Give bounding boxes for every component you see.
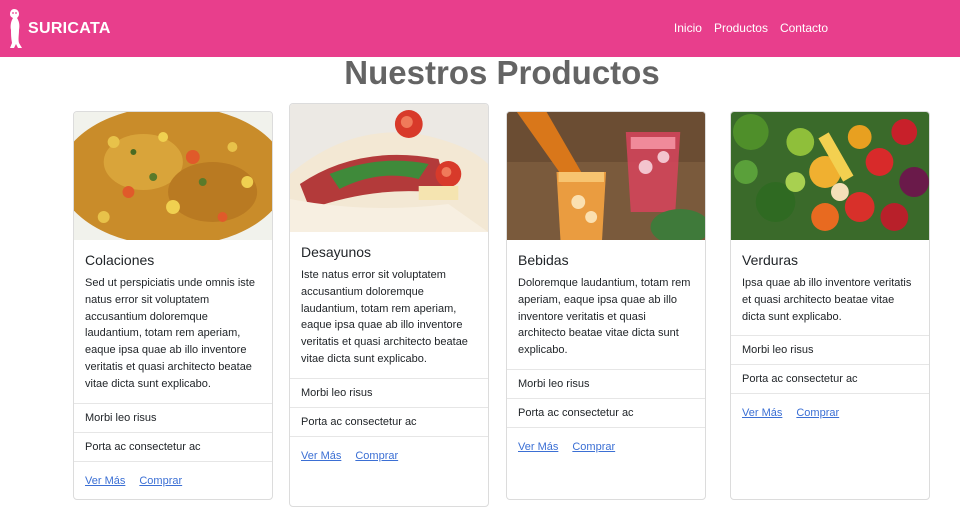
- card-title: Bebidas: [518, 252, 569, 268]
- comprar-link[interactable]: Comprar: [572, 441, 615, 453]
- nav-link-productos[interactable]: Productos: [708, 20, 774, 36]
- card-title: Desayunos: [301, 244, 372, 260]
- product-card-verduras: Verduras Ipsa quae ab illo inventore ver…: [730, 111, 930, 500]
- card-body: Verduras Ipsa quae ab illo inventore ver…: [731, 240, 929, 335]
- list-item: Morbi leo risus: [74, 402, 272, 432]
- comprar-link[interactable]: Comprar: [796, 407, 839, 419]
- list-item: Morbi leo risus: [731, 335, 929, 364]
- card-text: Sed ut perspiciatis unde omnis iste natu…: [85, 277, 255, 390]
- verduras-image: [731, 112, 929, 240]
- comprar-link[interactable]: Comprar: [355, 450, 398, 462]
- colaciones-image: [74, 112, 272, 240]
- card-title: Colaciones: [85, 252, 155, 268]
- card-body: Colaciones Sed ut perspiciatis unde omni…: [74, 240, 272, 403]
- desayunos-image: [290, 104, 488, 232]
- ver-mas-link[interactable]: Ver Más: [85, 475, 125, 487]
- ver-mas-link[interactable]: Ver Más: [518, 441, 558, 453]
- nav-link-inicio[interactable]: Inicio: [668, 20, 708, 36]
- brand[interactable]: SURICATA: [6, 8, 111, 50]
- list-item: Porta ac consectetur ac: [731, 364, 929, 393]
- ver-mas-link[interactable]: Ver Más: [742, 407, 782, 419]
- list-item: Porta ac consectetur ac: [507, 397, 705, 427]
- card-links: Ver Más Comprar: [290, 435, 488, 475]
- ver-mas-link[interactable]: Ver Más: [301, 450, 341, 462]
- list-item: Porta ac consectetur ac: [290, 406, 488, 436]
- bebidas-image: [507, 112, 705, 240]
- card-title: Verduras: [742, 252, 799, 268]
- card-links: Ver Más Comprar: [507, 426, 705, 466]
- card-text: Ipsa quae ab illo inventore veritatis et…: [742, 277, 912, 323]
- list-item: Morbi leo risus: [290, 377, 488, 407]
- product-card-bebidas: Bebidas Doloremque laudantium, totam rem…: [506, 111, 706, 500]
- card-text: Doloremque laudantium, totam rem aperiam…: [518, 277, 691, 357]
- card-links: Ver Más Comprar: [731, 393, 929, 432]
- product-card-colaciones: Colaciones Sed ut perspiciatis unde omni…: [73, 111, 273, 500]
- meerkat-logo-icon: [6, 8, 24, 50]
- nav-links: Inicio Productos Contacto: [668, 20, 834, 36]
- card-text: Iste natus error sit voluptatem accusant…: [301, 269, 468, 365]
- list-item: Porta ac consectetur ac: [74, 431, 272, 461]
- nav-link-contacto[interactable]: Contacto: [774, 20, 834, 36]
- navbar: SURICATA Inicio Productos Contacto: [0, 0, 960, 57]
- card-body: Desayunos Iste natus error sit voluptate…: [290, 232, 488, 378]
- card-links: Ver Más Comprar: [74, 460, 272, 499]
- product-card-desayunos: Desayunos Iste natus error sit voluptate…: [289, 103, 489, 507]
- brand-name: SURICATA: [28, 20, 111, 37]
- list-item: Morbi leo risus: [507, 368, 705, 398]
- page-title: Nuestros Productos: [344, 54, 660, 91]
- card-body: Bebidas Doloremque laudantium, totam rem…: [507, 240, 705, 369]
- comprar-link[interactable]: Comprar: [139, 475, 182, 487]
